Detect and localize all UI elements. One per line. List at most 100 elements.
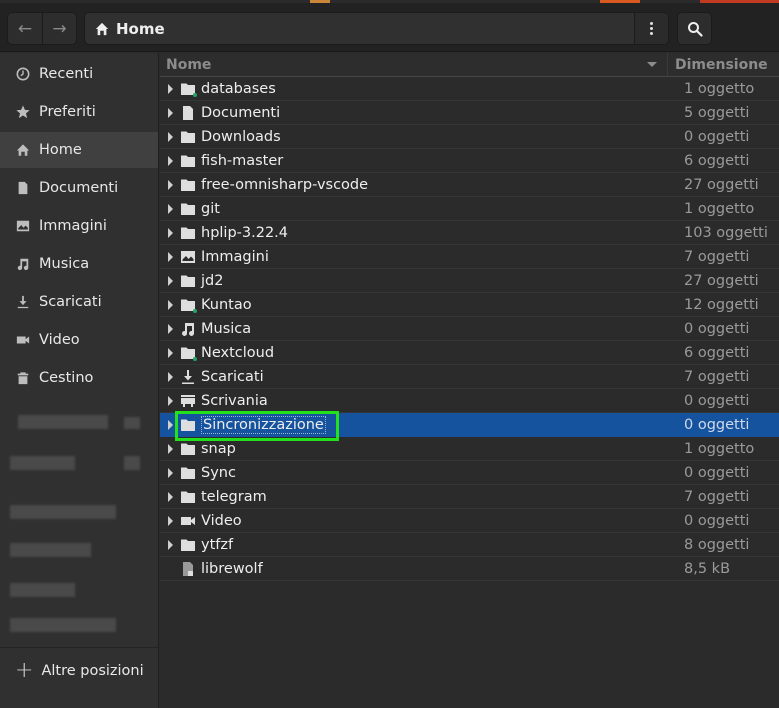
executable-icon — [180, 561, 196, 577]
file-name: ytfzf — [201, 537, 676, 553]
file-row[interactable]: Immagini 7 oggetti — [160, 245, 779, 269]
expand-arrow-icon[interactable] — [168, 371, 173, 382]
sidebar-item-home[interactable]: Home — [0, 132, 158, 168]
file-row[interactable]: Nextcloud 6 oggetti — [160, 341, 779, 365]
file-row[interactable]: git 1 oggetto — [160, 197, 779, 221]
expand-arrow-icon[interactable] — [168, 83, 173, 94]
expand-arrow-icon[interactable] — [168, 515, 173, 526]
desktop-icon — [180, 393, 196, 409]
file-row[interactable]: librewolf 8,5 kB — [160, 557, 779, 581]
expand-arrow-icon[interactable] — [168, 131, 173, 142]
expand-arrow-icon[interactable] — [168, 203, 173, 214]
expand-arrow-icon[interactable] — [168, 395, 173, 406]
expand-arrow-icon[interactable] — [168, 275, 173, 286]
sidebar-label: Scaricati — [39, 294, 102, 310]
file-name-text: free-omnisharp-vscode — [201, 176, 369, 193]
expand-arrow-icon[interactable] — [168, 107, 173, 118]
expand-arrow-icon[interactable] — [168, 539, 173, 550]
file-row[interactable]: Video 0 oggetti — [160, 509, 779, 533]
home-icon — [15, 142, 31, 158]
expand-arrow-icon[interactable] — [168, 227, 173, 238]
file-size: 1 oggetto — [684, 80, 755, 97]
search-button[interactable] — [677, 12, 712, 45]
expand-arrow-icon[interactable] — [168, 443, 173, 454]
file-row[interactable]: free-omnisharp-vscode 27 oggetti — [160, 173, 779, 197]
expand-arrow-icon[interactable] — [168, 179, 173, 190]
expand-arrow-icon[interactable] — [168, 419, 173, 430]
file-name: Sync — [201, 465, 676, 481]
file-row[interactable]: ytfzf 8 oggetti — [160, 533, 779, 557]
file-name-text: Scrivania — [201, 392, 268, 409]
redacted-bookmark[interactable] — [0, 443, 158, 483]
document-icon — [180, 105, 196, 121]
file-row[interactable]: Sync 0 oggetti — [160, 461, 779, 485]
file-name-text: Downloads — [201, 128, 281, 145]
redacted-bookmark[interactable] — [0, 613, 158, 647]
sidebar-label: Documenti — [39, 180, 119, 196]
document-icon — [15, 180, 31, 196]
file-row[interactable]: Downloads 0 oggetti — [160, 125, 779, 149]
file-row[interactable]: Kuntao 12 oggetti — [160, 293, 779, 317]
clock-icon — [15, 66, 31, 82]
sidebar-item-scaricati[interactable]: Scaricati — [0, 284, 158, 320]
file-row[interactable]: telegram 7 oggetti — [160, 485, 779, 509]
expand-arrow-icon[interactable] — [168, 251, 173, 262]
sidebar-item-video[interactable]: Video — [0, 322, 158, 358]
file-row[interactable]: databases 1 oggetto — [160, 77, 779, 101]
file-row[interactable]: fish-master 6 oggetti — [160, 149, 779, 173]
file-name: databases — [201, 81, 676, 97]
music-icon — [15, 256, 31, 272]
sidebar-item-immagini[interactable]: Immagini — [0, 208, 158, 244]
expand-arrow-icon[interactable] — [168, 155, 173, 166]
sidebar-item-cestino[interactable]: Cestino — [0, 360, 158, 396]
file-size: 27 oggetti — [684, 176, 759, 193]
file-name-text: git — [201, 200, 220, 217]
file-name-text: databases — [201, 80, 276, 97]
expand-arrow-icon[interactable] — [168, 491, 173, 502]
file-name-text: librewolf — [201, 560, 263, 577]
file-name-text: Sincronizzazione — [201, 415, 326, 434]
file-row[interactable]: jd2 27 oggetti — [160, 269, 779, 293]
menu-button[interactable] — [634, 13, 668, 44]
file-row[interactable]: Scrivania 0 oggetti — [160, 389, 779, 413]
back-button[interactable]: ← — [8, 13, 42, 44]
redacted-bookmark[interactable] — [0, 533, 158, 573]
file-name-text: Nextcloud — [201, 344, 275, 361]
folder-icon — [180, 465, 196, 481]
file-row[interactable]: Sincronizzazione 0 oggetti — [160, 411, 779, 441]
folder-icon — [180, 225, 196, 241]
file-name-text: telegram — [201, 488, 267, 505]
header-bar: ← → Home — [0, 3, 779, 52]
file-size: 1 oggetto — [684, 200, 755, 217]
file-name: Sincronizzazione — [201, 415, 676, 434]
redacted-bookmark[interactable] — [0, 493, 158, 533]
sidebar-item-musica[interactable]: Musica — [0, 246, 158, 282]
file-size: 0 oggetti — [684, 128, 750, 145]
forward-button[interactable]: → — [41, 13, 76, 44]
sidebar-item-recenti[interactable]: Recenti — [0, 56, 158, 92]
file-row[interactable]: hplip-3.22.4 103 oggetti — [160, 221, 779, 245]
file-row[interactable]: Musica 0 oggetti — [160, 317, 779, 341]
folder-icon — [180, 201, 196, 217]
folder-icon — [180, 537, 196, 553]
redacted-bookmark[interactable] — [0, 573, 158, 613]
expand-arrow-icon[interactable] — [168, 467, 173, 478]
column-header-size[interactable]: Dimensione — [668, 57, 768, 73]
home-icon — [95, 22, 109, 35]
column-header-name[interactable]: Nome — [160, 53, 668, 76]
sidebar-item-preferiti[interactable]: Preferiti — [0, 94, 158, 130]
expand-arrow-icon[interactable] — [168, 347, 173, 358]
file-row[interactable]: snap 1 oggetto — [160, 437, 779, 461]
redacted-bookmark[interactable] — [0, 403, 158, 443]
expand-arrow-icon[interactable] — [168, 323, 173, 334]
path-label: Home — [116, 19, 165, 38]
sidebar-item-documenti[interactable]: Documenti — [0, 170, 158, 206]
expand-arrow-icon[interactable] — [168, 299, 173, 310]
path-home-button[interactable]: Home — [85, 13, 634, 44]
file-rows: databases 1 oggetto Documenti 5 oggetti Down… — [160, 77, 779, 581]
file-row[interactable]: Scaricati 7 oggetti — [160, 365, 779, 389]
video-icon — [15, 332, 31, 348]
other-locations-item[interactable]: + Altre posizioni — [0, 653, 158, 689]
file-row[interactable]: Documenti 5 oggetti — [160, 101, 779, 125]
sidebar-label: Video — [39, 332, 80, 348]
